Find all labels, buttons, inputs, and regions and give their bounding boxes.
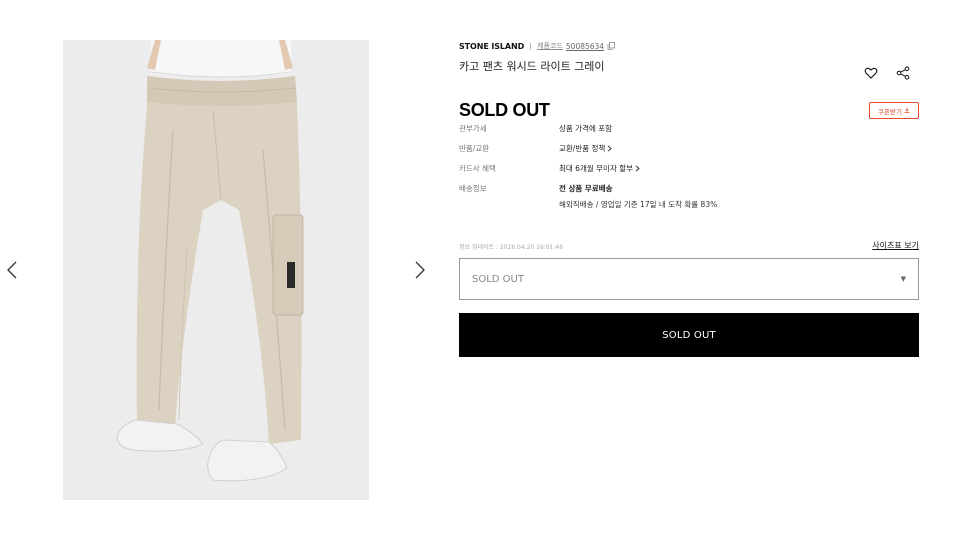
card-benefit-link[interactable]: 최대 6개월 무이자 할부 [559, 163, 640, 174]
shipping-detail: 해외직배송 / 영업일 기준 17일 내 도착 확률 83% [559, 200, 718, 209]
spec-value: 전 상품 무료배송 [559, 184, 613, 193]
option-select-value: SOLD OUT [472, 273, 524, 285]
divider [530, 42, 532, 50]
spec-label: 배송정보 [459, 184, 487, 193]
spec-label: 카드사 혜택 [459, 164, 496, 173]
caret-down-icon: ▼ [900, 275, 906, 283]
update-timestamp: 정보 업데이트 : 2026.04.20 16:01:46 [459, 244, 564, 251]
chevron-right-icon [635, 165, 640, 172]
share-icon[interactable] [896, 65, 910, 80]
product-code-label: 제품코드 [537, 42, 563, 50]
sold-out-heading: SOLD OUT [459, 100, 550, 120]
return-policy-link[interactable]: 교환/반품 정책 [559, 143, 612, 154]
coupon-label: 쿠폰받기 [878, 107, 902, 116]
spec-row-return: 반품/교환 교환/반품 정책 [459, 143, 612, 154]
chevron-right-icon [607, 145, 612, 152]
option-select[interactable]: SOLD OUT ▼ [459, 258, 919, 300]
spec-row-card: 카드사 혜택 최대 6개월 무이자 할부 [459, 163, 640, 174]
copy-icon[interactable] [607, 42, 615, 50]
product-code-value: 50085634 [565, 41, 605, 51]
spec-row-shipping: 배송정보 전 상품 무료배송 [459, 183, 613, 194]
spec-label: 관부가세 [459, 124, 487, 133]
size-guide-link[interactable]: 사이즈표 보기 [872, 240, 919, 251]
sold-out-button[interactable]: SOLD OUT [459, 313, 919, 357]
product-gallery [0, 0, 440, 549]
spec-value: 상품 가격에 포함 [559, 124, 613, 133]
heart-icon[interactable] [864, 65, 878, 79]
product-info-panel: STONE ISLAND 제품코드 50085634 카고 팬츠 워시드 라이트… [459, 0, 919, 549]
spec-value: 최대 6개월 무이자 할부 [559, 164, 634, 173]
brand-name[interactable]: STONE ISLAND [459, 42, 524, 51]
download-icon [904, 107, 910, 115]
spec-value: 교환/반품 정책 [559, 144, 606, 153]
coupon-button[interactable]: 쿠폰받기 [869, 102, 919, 119]
product-image [63, 40, 369, 500]
spec-label: 반품/교환 [459, 144, 490, 153]
chevron-left-icon[interactable] [4, 259, 20, 281]
chevron-right-icon[interactable] [412, 259, 428, 281]
product-name: 카고 팬츠 워시드 라이트 그레이 [459, 60, 605, 73]
spec-row-duty: 관부가세 상품 가격에 포함 [459, 123, 612, 134]
brand-row: STONE ISLAND 제품코드 50085634 [459, 40, 615, 52]
